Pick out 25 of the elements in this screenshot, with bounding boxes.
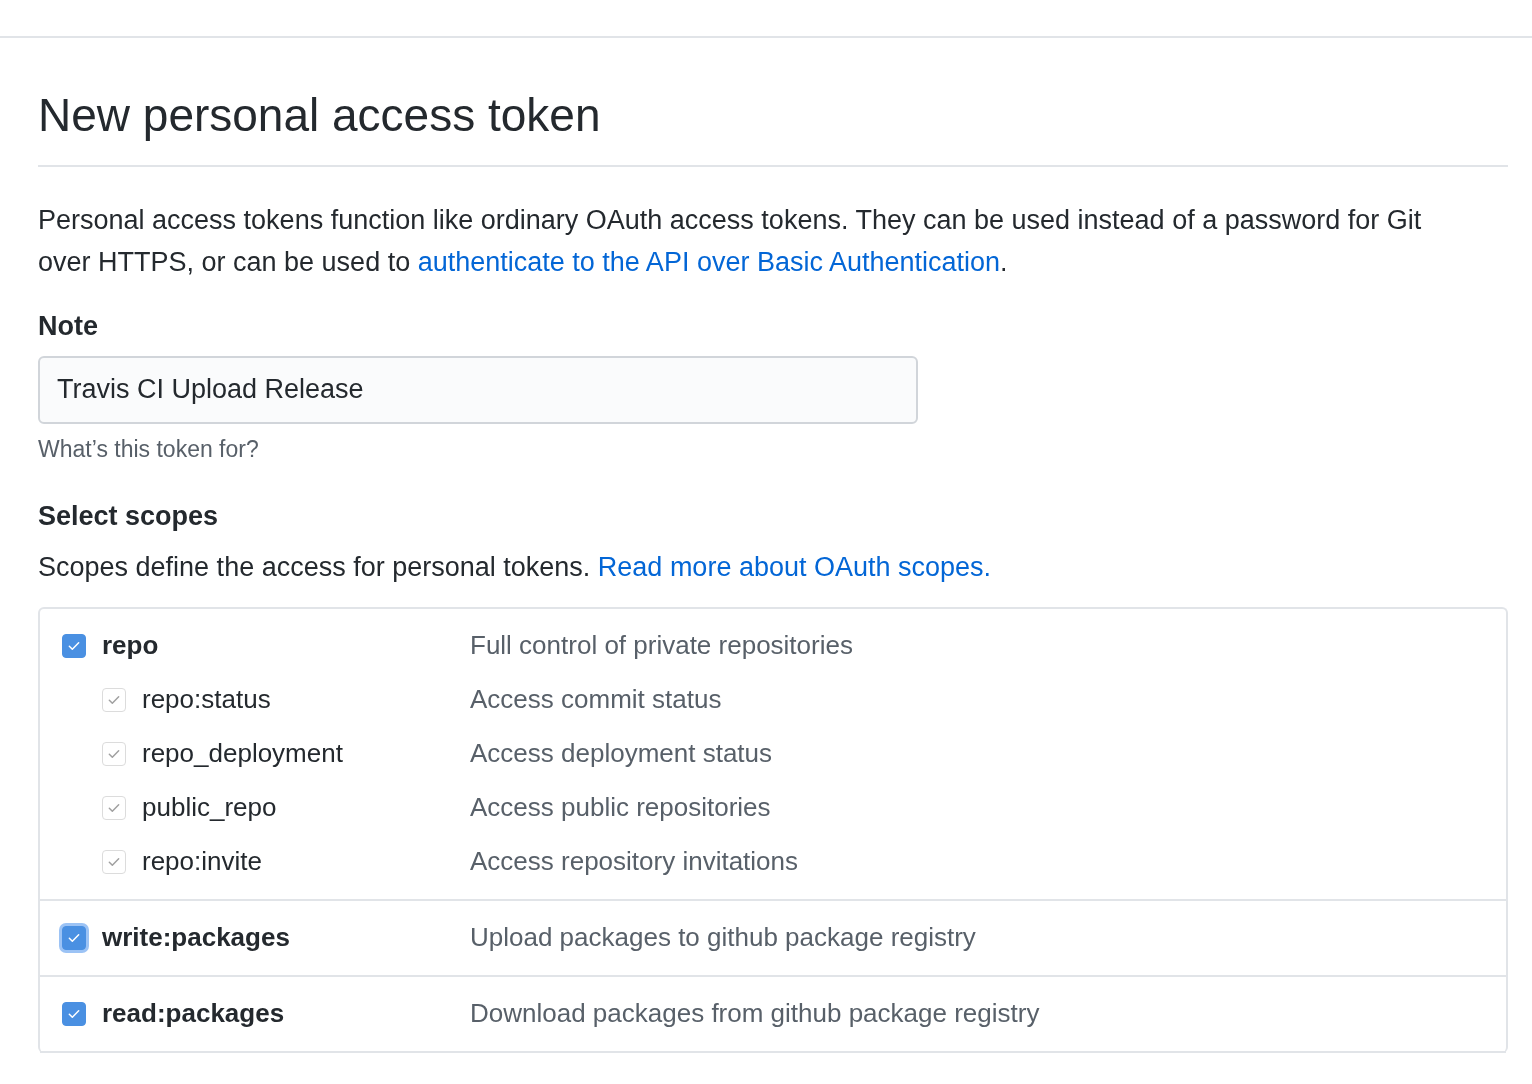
scope-description: Upload packages to github package registry (470, 922, 976, 954)
scope-name: write:packages (102, 922, 290, 954)
checkbox[interactable] (62, 1001, 86, 1026)
note-input[interactable]: Travis CI Upload Release (38, 355, 918, 424)
scope-description: Download packages from github package registry (470, 998, 1040, 1030)
scope-description: Access deployment status (470, 738, 773, 770)
scope-name: read:packages (102, 998, 285, 1030)
scope-name: public_repo (142, 792, 277, 824)
note-hint: What’s this token for? (38, 435, 260, 463)
scope-description: Access repository invitations (470, 846, 799, 878)
note-label: Note (38, 310, 99, 342)
scope-name: repo_deployment (142, 738, 343, 770)
oauth-scopes-link[interactable]: Read more about OAuth scopes. (597, 551, 992, 582)
scope-description: Access commit status (470, 684, 722, 716)
scope-description: Access public repositories (470, 792, 771, 824)
scopes-description: Scopes define the access for personal tokens. Read more about OAuth scopes. (38, 551, 993, 583)
scope-name: repo (102, 630, 159, 662)
scopes-heading: Select scopes (38, 500, 220, 532)
page-title: New personal access token (38, 90, 1508, 167)
api-auth-link[interactable]: authenticate to the API over Basic Authentication (417, 246, 1001, 277)
scope-description: Full control of private repositories (470, 630, 853, 662)
intro-paragraph: Personal access tokens function like ordinary OAuth access tokens. They can be used instead of a password for Git over HTTPS, or can be used to authenticate to the API over Basic Authentication. (38, 203, 1423, 279)
checkbox[interactable] (62, 633, 86, 658)
scope-name: repo:status (142, 684, 271, 716)
scope-name: repo:invite (142, 846, 262, 878)
